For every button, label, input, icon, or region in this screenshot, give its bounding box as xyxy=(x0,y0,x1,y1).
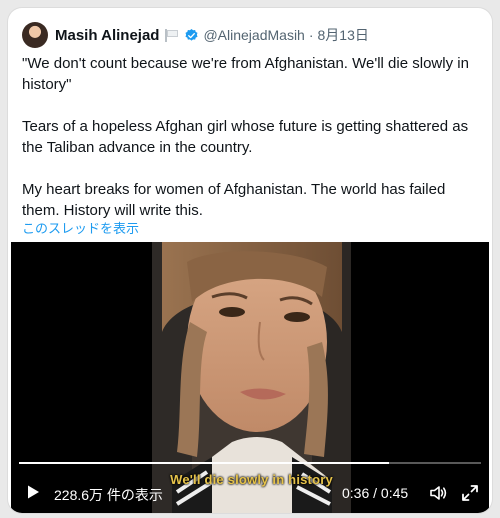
video-progress-bar[interactable] xyxy=(19,462,481,464)
play-icon[interactable] xyxy=(25,484,41,500)
video-player[interactable]: We'll die slowly in history 228.6万 件の表示 … xyxy=(11,242,489,513)
duration: 0:45 xyxy=(380,485,409,501)
tweet-paragraph-2: Tears of a hopeless Afghan girl whose fu… xyxy=(22,118,469,156)
fullscreen-icon[interactable] xyxy=(460,483,480,503)
avatar[interactable] xyxy=(22,22,48,48)
white-flag-icon xyxy=(165,29,179,42)
current-time: 0:36 xyxy=(342,485,370,501)
video-time: 0:36 / 0:45 xyxy=(342,485,408,501)
video-progress-fill xyxy=(19,462,389,464)
video-frame: We'll die slowly in history xyxy=(152,242,351,513)
volume-icon[interactable] xyxy=(428,483,448,503)
user-handle[interactable]: @AlinejadMasih xyxy=(203,27,304,43)
tweet-date[interactable]: 8月13日 xyxy=(318,25,369,45)
video-controls: 228.6万 件の表示 0:36 / 0:45 xyxy=(11,480,489,506)
view-count: 228.6万 件の表示 xyxy=(54,487,163,503)
tweet-text: "We don't count because we're from Afgha… xyxy=(22,53,484,221)
tweet-card: Masih Alinejad @AlinejadMasih · 8月13日 "W… xyxy=(8,8,492,513)
show-thread-link[interactable]: このスレッドを表示 xyxy=(22,218,139,237)
separator-dot: · xyxy=(308,27,314,43)
tweet-header: Masih Alinejad @AlinejadMasih · 8月13日 xyxy=(22,22,369,48)
display-name[interactable]: Masih Alinejad xyxy=(55,27,159,44)
tweet-paragraph-1: "We don't count because we're from Afgha… xyxy=(22,55,469,93)
time-separator: / xyxy=(369,485,381,501)
verified-badge-icon xyxy=(185,28,198,41)
tweet-paragraph-3: My heart breaks for women of Afghanistan… xyxy=(22,181,446,219)
